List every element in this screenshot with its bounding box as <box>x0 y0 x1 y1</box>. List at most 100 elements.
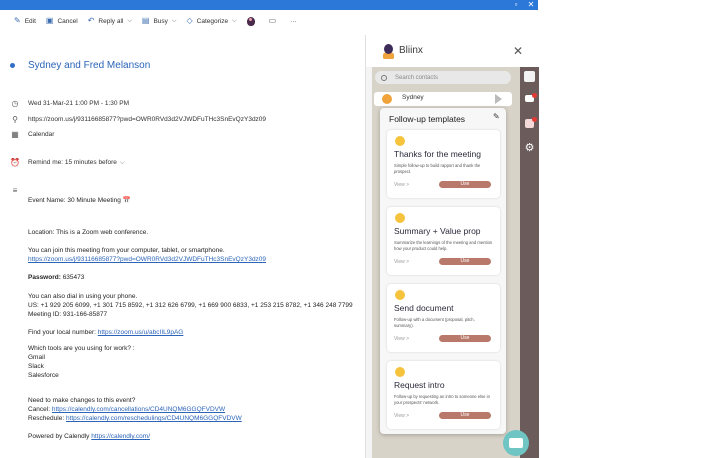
tool-slack: Slack <box>28 363 44 370</box>
template-desc: Simple follow-up to build rapport and th… <box>394 163 481 174</box>
us-numbers-line: US: +1 929 205 6099, +1 301 715 8592, +1… <box>28 302 353 309</box>
tag-icon: ◇ <box>186 16 193 25</box>
notes-row: ≡ <box>10 186 28 195</box>
restore-icon[interactable]: ▫ <box>509 0 523 10</box>
template-name: Send document <box>394 303 454 313</box>
template-card: Summary + Value prop Summarize the learn… <box>387 207 500 275</box>
template-view-link[interactable]: View > <box>394 259 409 265</box>
category-dot <box>10 63 15 68</box>
dial-line: You can also dial in using your phone. <box>28 293 138 300</box>
window-titlebar: ▫ ✕ <box>0 0 538 10</box>
notification-badge <box>532 93 537 98</box>
contact-profile-icon[interactable] <box>524 71 535 82</box>
edit-button[interactable]: ✎ Edit <box>14 17 36 25</box>
template-emoji-icon <box>395 136 405 146</box>
edit-templates-icon[interactable]: ✎ <box>493 112 500 121</box>
template-use-button[interactable]: Use <box>439 335 491 342</box>
template-use-button[interactable]: Use <box>439 412 491 419</box>
tool-salesforce: Salesforce <box>28 372 59 379</box>
calendar-cancel-icon: ▣ <box>45 16 54 25</box>
changes-line: Need to make changes to this event? <box>28 397 136 404</box>
reschedule-link[interactable]: https://calendly.com/reschedulings/CD4UN… <box>66 415 242 422</box>
template-name: Request intro <box>394 380 445 390</box>
image-button[interactable]: ▭ <box>269 17 281 25</box>
close-icon[interactable]: ✕ <box>513 44 523 58</box>
event-toolbar: ✎ Edit ▣ Cancel ↶ Reply all ⌵ ▤ Busy ⌵ ◇ Catego… <box>0 10 365 32</box>
cancel-line: Cancel: https://calendly.com/cancellatio… <box>28 406 226 413</box>
close-window-icon[interactable]: ✕ <box>524 0 538 10</box>
event-name-line: Event Name: 30 Minute Meeting 📅 <box>28 197 131 204</box>
meeting-id-line: Meeting ID: 931-166-85877 <box>28 311 108 318</box>
bliinx-sidebar: ⚙ <box>520 67 539 458</box>
calendly-link[interactable]: https://calendly.com/ <box>91 433 150 440</box>
chevron-down-icon: ⌵ <box>232 17 237 24</box>
more-options-button[interactable]: ··· <box>290 18 297 25</box>
template-emoji-icon <box>395 213 405 223</box>
categorize-button[interactable]: ◇ Categorize ⌵ <box>186 17 236 25</box>
reminder-row[interactable]: ⏰ Remind me: 15 minutes before ⌵ <box>10 158 125 167</box>
template-desc: Follow-up by requesting an intro to some… <box>394 394 490 405</box>
location-link[interactable]: https://zoom.us/j/93116685877?pwd=OWR0RV… <box>28 116 266 123</box>
contact-card[interactable]: Sydney <box>374 92 512 106</box>
bliinx-brand: Bliinx <box>399 45 423 56</box>
play-icon[interactable] <box>495 94 502 104</box>
contact-name: Sydney <box>402 94 424 101</box>
notification-badge <box>532 117 537 122</box>
template-card: Request intro Follow-up by requesting an… <box>387 361 500 429</box>
chat-icon <box>509 438 523 448</box>
template-use-button[interactable]: Use <box>439 181 491 188</box>
tools-question: Which tools are you using for work? : <box>28 345 135 352</box>
template-emoji-icon <box>395 290 405 300</box>
template-card: Thanks for the meeting Simple follow-up … <box>387 130 500 198</box>
pencil-icon: ✎ <box>14 16 21 25</box>
join-line: You can join this meeting from your comp… <box>28 247 225 254</box>
alarm-icon: ⏰ <box>10 158 20 167</box>
datetime-row: ◷ Wed 31-Mar-21 1:00 PM - 1:30 PM <box>11 99 130 108</box>
bliinx-logo-icon <box>383 44 394 59</box>
follow-up-templates-popup: Follow-up templates ✎ Thanks for the mee… <box>380 108 506 434</box>
template-desc: Summarize the learnings of the meeting a… <box>394 240 493 251</box>
busy-button[interactable]: ▤ Busy ⌵ <box>142 17 177 25</box>
reply-all-button[interactable]: ↶ Reply all ⌵ <box>88 17 132 25</box>
template-use-button[interactable]: Use <box>439 258 491 265</box>
local-number-line: Find your local number: https://zoom.us/… <box>28 329 184 336</box>
calendar-row: ▦ Calendar <box>11 130 55 139</box>
template-view-link[interactable]: View > <box>394 182 409 188</box>
template-desc: Follow-up with a document (proposal, pit… <box>394 317 475 328</box>
notes-icon: ≡ <box>12 186 18 195</box>
event-title-row: Sydney and Fred Melanson <box>10 60 150 71</box>
clock-icon: ◷ <box>11 99 19 108</box>
chat-support-button[interactable] <box>503 430 529 456</box>
chevron-down-icon: ⌵ <box>127 17 132 24</box>
location-line: Location: This is a Zoom web conference. <box>28 229 149 236</box>
tool-gmail: Gmail <box>28 354 45 361</box>
template-card: Send document Follow-up with a document … <box>387 284 500 352</box>
event-title: Sydney and Fred Melanson <box>28 60 151 71</box>
template-view-link[interactable]: View > <box>394 336 409 342</box>
calendar-icon: ▦ <box>11 130 19 139</box>
search-icon <box>381 74 387 81</box>
template-emoji-icon <box>395 367 405 377</box>
template-name: Summary + Value prop <box>394 226 481 236</box>
reply-all-icon: ↶ <box>87 16 95 25</box>
calendar-emoji-icon: 📅 <box>122 197 131 204</box>
cancel-button[interactable]: ▣ Cancel <box>46 17 78 25</box>
template-name: Thanks for the meeting <box>394 149 481 159</box>
bliinx-addin-icon[interactable] <box>246 16 255 26</box>
template-view-link[interactable]: View > <box>394 413 409 419</box>
image-icon: ▭ <box>268 16 277 25</box>
join-link[interactable]: https://zoom.us/j/93116685877?pwd=OWR0RV… <box>28 256 266 263</box>
powered-by-line: Powered by Calendly https://calendly.com… <box>28 433 151 440</box>
bliinx-header: Bliinx ✕ <box>366 35 539 67</box>
settings-gear-icon[interactable]: ⚙ <box>524 143 535 154</box>
busy-status-icon: ▤ <box>141 16 150 25</box>
password-line: Password: 635473 <box>28 274 85 281</box>
chevron-down-icon: ⌵ <box>171 17 177 24</box>
contact-avatar <box>382 94 392 104</box>
chevron-down-icon: ⌵ <box>119 158 125 166</box>
search-contacts-input[interactable]: Search contacts <box>375 71 511 84</box>
location-pin-icon: ⚲ <box>12 115 18 124</box>
reschedule-line: Reschedule: https://calendly.com/resched… <box>28 415 242 422</box>
local-number-link[interactable]: https://zoom.us/u/abcIIL9pAG <box>98 329 184 336</box>
cancel-link[interactable]: https://calendly.com/cancellations/CD4UN… <box>52 406 225 413</box>
